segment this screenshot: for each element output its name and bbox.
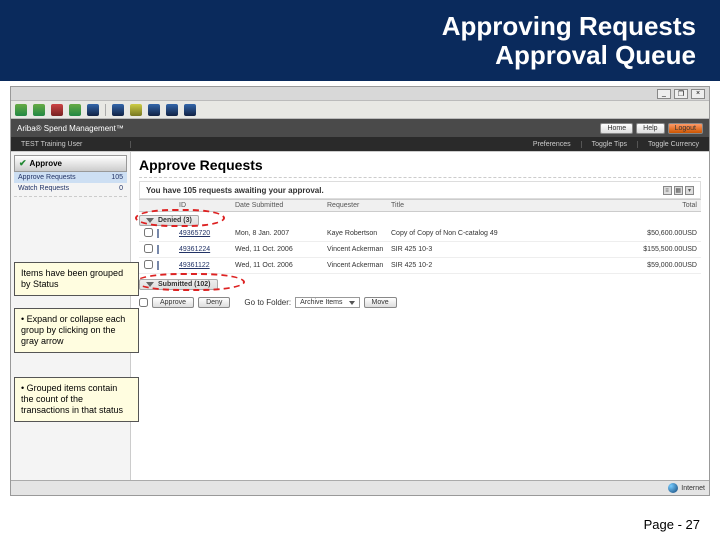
request-type-icon [157, 261, 159, 270]
ariba-brand-text: Ariba® Spend Management™ [17, 124, 124, 133]
group-denied[interactable]: Denied (3) [139, 215, 199, 226]
deny-button[interactable]: Deny [198, 297, 230, 308]
browser-toolbar [11, 101, 709, 119]
window-close-button[interactable]: × [691, 89, 705, 99]
window-minimize-button[interactable]: _ [657, 89, 671, 99]
current-user-label: TEST Training User [11, 141, 131, 148]
table-row[interactable]: 49361224 Wed, 11 Oct. 2006 Vincent Acker… [139, 242, 701, 258]
slide-footer-page: Page - 27 [644, 517, 700, 532]
user-menu-bar: TEST Training User Preferences Toggle Ti… [11, 137, 709, 151]
col-requester[interactable]: Requester [327, 202, 391, 209]
col-title[interactable]: Title [391, 202, 621, 209]
sidebar-item-approve-requests[interactable]: Approve Requests 105 [14, 172, 127, 183]
mail-icon[interactable] [166, 104, 178, 116]
goto-folder-label: Go to Folder: [244, 298, 291, 307]
sidebar-approve-header[interactable]: ✔ Approve [14, 155, 127, 172]
row-title: Copy of Copy of Non C-catalog 49 [391, 230, 621, 237]
move-button[interactable]: Move [364, 297, 397, 308]
row-total: $155,500.00USD [621, 246, 701, 253]
slide-title-line2: Approval Queue [0, 41, 696, 70]
goto-folder-select[interactable]: Archive Items [295, 297, 359, 308]
approve-button[interactable]: Approve [152, 297, 194, 308]
menu-toggle-tips[interactable]: Toggle Tips [582, 141, 638, 148]
nav-logout-button[interactable]: Logout [668, 123, 703, 134]
window-titlebar: _ ❐ × [11, 87, 709, 101]
row-checkbox[interactable] [144, 244, 153, 253]
nav-home-button[interactable]: Home [600, 123, 633, 134]
table-row[interactable]: 49365720 Mon, 8 Jan. 2007 Kaye Robertson… [139, 226, 701, 242]
request-id-link[interactable]: 49361122 [179, 262, 210, 269]
request-id-link[interactable]: 49361224 [179, 246, 210, 253]
table-header: ID Date Submitted Requester Title Total [139, 199, 701, 212]
list-view-icon[interactable]: ≡ [663, 186, 672, 195]
awaiting-count-text: You have 105 requests awaiting your appr… [146, 186, 324, 195]
col-total[interactable]: Total [621, 202, 701, 209]
col-id[interactable]: ID [179, 202, 235, 209]
request-type-icon [157, 229, 159, 238]
forward-icon[interactable] [33, 104, 45, 116]
sidebar-item-watch-requests[interactable]: Watch Requests 0 [14, 183, 127, 194]
row-requester: Kaye Robertson [327, 230, 391, 237]
callout-count-in-status: • Grouped items contain the count of the… [14, 377, 139, 421]
history-icon[interactable] [148, 104, 160, 116]
browser-status-bar: Internet [11, 480, 709, 495]
main-content: Approve Requests You have 105 requests a… [131, 152, 709, 480]
table-row[interactable]: 49361122 Wed, 11 Oct. 2006 Vincent Acker… [139, 258, 701, 274]
group-arrow-icon[interactable] [146, 282, 154, 287]
nav-help-button[interactable]: Help [636, 123, 664, 134]
row-date: Mon, 8 Jan. 2007 [235, 230, 327, 237]
row-date: Wed, 11 Oct. 2006 [235, 246, 327, 253]
group-arrow-icon[interactable] [146, 218, 154, 223]
select-all-checkbox[interactable] [139, 298, 148, 307]
internet-zone-icon [668, 483, 678, 493]
request-id-link[interactable]: 49365720 [179, 230, 210, 237]
home-icon[interactable] [87, 104, 99, 116]
check-icon: ✔ [19, 158, 27, 169]
refresh-icon[interactable] [69, 104, 81, 116]
row-requester: Vincent Ackerman [327, 246, 391, 253]
menu-toggle-currency[interactable]: Toggle Currency [638, 141, 709, 148]
print-icon[interactable] [184, 104, 196, 116]
page-heading: Approve Requests [139, 157, 701, 173]
stop-icon[interactable] [51, 104, 63, 116]
row-total: $50,600.00USD [621, 230, 701, 237]
embedded-screenshot: _ ❐ × Ariba® Spend Management™ Home Help… [10, 86, 710, 496]
slide-title-bar: Approving Requests Approval Queue [0, 0, 720, 81]
row-date: Wed, 11 Oct. 2006 [235, 262, 327, 269]
group-submitted[interactable]: Submitted (102) [139, 279, 218, 290]
row-total: $59,000.00USD [621, 262, 701, 269]
row-title: SIR 425 10-2 [391, 262, 621, 269]
favorites-icon[interactable] [130, 104, 142, 116]
search-icon[interactable] [112, 104, 124, 116]
window-restore-button[interactable]: ❐ [674, 89, 688, 99]
expand-view-icon[interactable]: ▦ [674, 186, 683, 195]
back-icon[interactable] [15, 104, 27, 116]
menu-preferences[interactable]: Preferences [523, 141, 582, 148]
export-icon[interactable]: ▾ [685, 186, 694, 195]
chevron-down-icon [349, 301, 355, 305]
ariba-brand-bar: Ariba® Spend Management™ Home Help Logou… [11, 119, 709, 137]
request-type-icon [157, 245, 159, 254]
row-checkbox[interactable] [144, 260, 153, 269]
row-title: SIR 425 10-3 [391, 246, 621, 253]
bulk-action-bar: Approve Deny Go to Folder: Archive Items… [139, 294, 701, 311]
internet-zone-label: Internet [681, 485, 705, 492]
callout-grouped-by-status: Items have been grouped by Status [14, 262, 139, 296]
slide-title-line1: Approving Requests [0, 12, 696, 41]
row-checkbox[interactable] [144, 228, 153, 237]
callout-expand-collapse: • Expand or collapse each group by click… [14, 308, 139, 352]
row-requester: Vincent Ackerman [327, 262, 391, 269]
col-date[interactable]: Date Submitted [235, 202, 327, 209]
